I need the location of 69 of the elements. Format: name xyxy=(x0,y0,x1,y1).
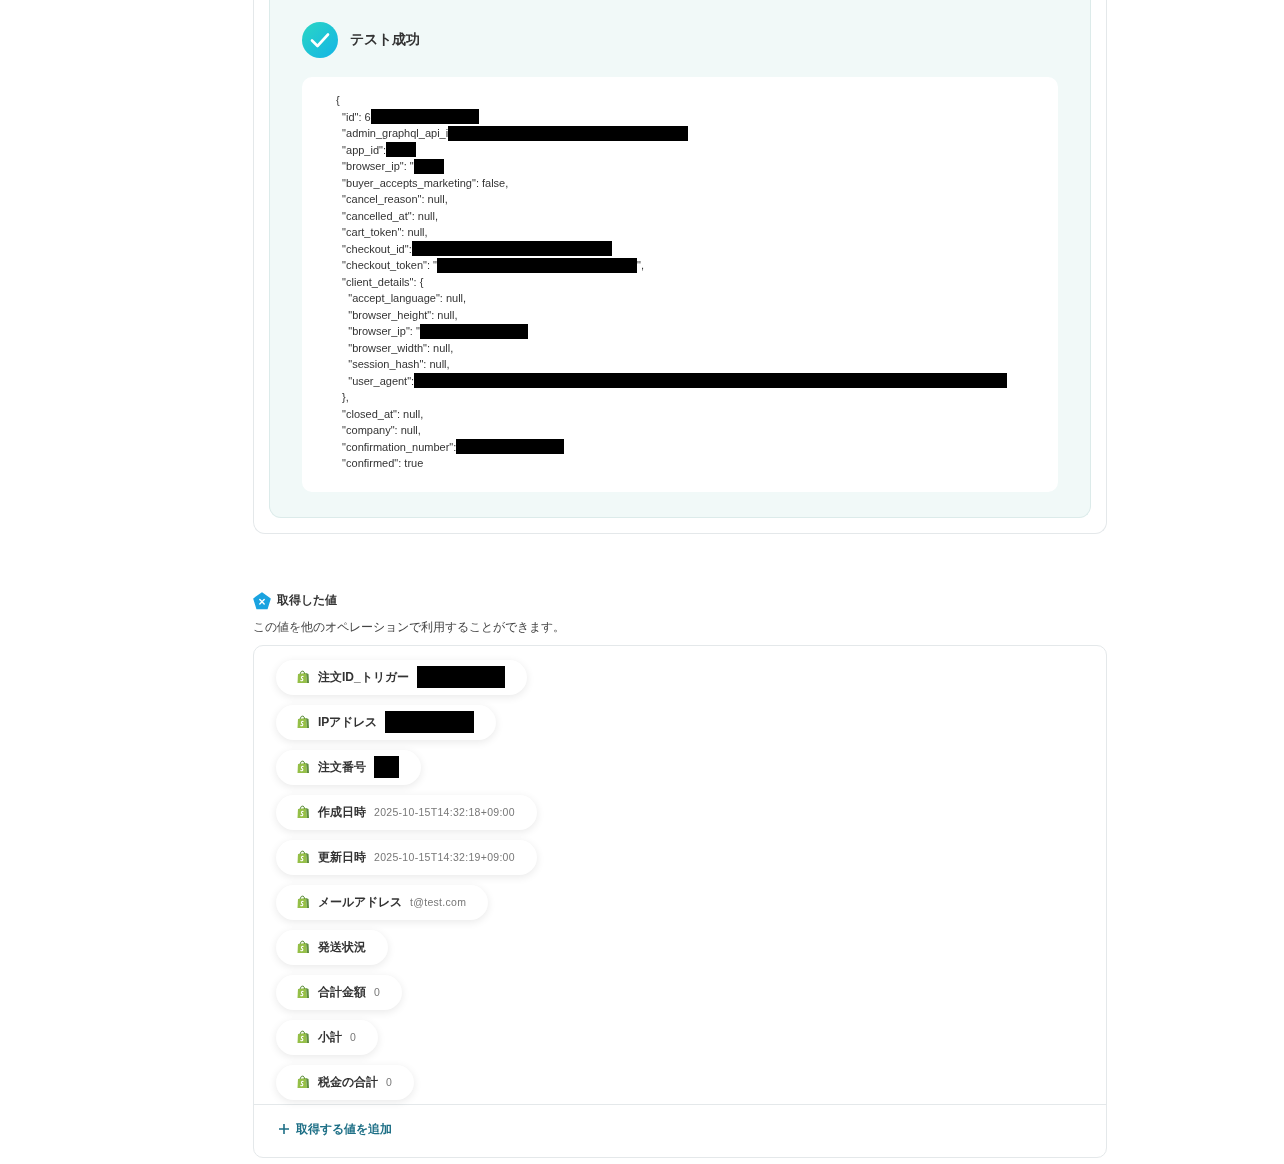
shopping-bag-icon xyxy=(296,805,310,819)
code-line: "browser_ip": " xyxy=(347,324,420,339)
shopping-bag-icon xyxy=(296,940,310,954)
value-chip[interactable]: 注文ID_トリガー xyxy=(276,659,528,695)
redaction-bar xyxy=(413,158,444,174)
code-line: "app_id": xyxy=(341,142,386,158)
code-line: }, xyxy=(341,390,349,405)
shopping-bag-icon xyxy=(296,760,310,774)
value-chip[interactable]: 合計金額 0 xyxy=(276,974,403,1010)
code-line: "buyer_accepts_marketing": false, xyxy=(341,175,509,191)
code-line: "closed_at": null, xyxy=(341,406,424,422)
value-chip[interactable]: 小計 0 xyxy=(276,1019,379,1055)
chip-value: t@test.com xyxy=(410,896,467,908)
code-line: "browser_height": null, xyxy=(347,307,458,323)
value-chip[interactable]: 更新日時 2025-10-15T14:32:19+09:00 xyxy=(276,839,537,875)
result-title: テスト成功 xyxy=(350,31,420,49)
chip-label: 税金の合計 xyxy=(318,1073,378,1091)
chip-value: 0 xyxy=(386,1076,393,1088)
chip-label: メールアドレス xyxy=(318,893,402,911)
code-line: "checkout_id": xyxy=(341,241,412,257)
code-line: "confirmed": true xyxy=(341,456,424,471)
value-chip[interactable]: 発送状況 xyxy=(276,929,388,965)
chip-label: 発送状況 xyxy=(318,938,366,956)
code-text: ", xyxy=(637,258,644,273)
code-line: "admin_graphql_api_i xyxy=(341,126,449,141)
code-line: "cancelled_at": null, xyxy=(341,208,438,224)
chip-label: 小計 xyxy=(318,1028,342,1046)
code-line: "confirmation_number": xyxy=(341,439,457,455)
code-line: "browser_ip": " xyxy=(341,159,414,174)
redaction-bar xyxy=(386,142,416,158)
shopping-bag-icon xyxy=(296,985,310,999)
code-line: "checkout_token": " xyxy=(341,258,437,273)
chip-label: 合計金額 xyxy=(318,983,366,1001)
code-line: { xyxy=(336,93,340,108)
shopping-bag-icon xyxy=(296,715,310,729)
shopping-bag-icon xyxy=(296,1075,310,1089)
chip-label: IPアドレス xyxy=(318,713,378,731)
value-chip[interactable]: 作成日時 2025-10-15T14:32:18+09:00 xyxy=(276,794,537,830)
shopping-bag-icon xyxy=(296,1030,310,1044)
code-line: "user_agent": xyxy=(347,373,415,389)
code-line: "browser_width": null, xyxy=(347,340,454,356)
chip-label: 作成日時 xyxy=(318,803,366,821)
shopping-bag-icon xyxy=(296,670,310,684)
code-line: "cart_token": null, xyxy=(341,225,428,240)
chip-value: 2025-10-15T14:32:19+09:00 xyxy=(374,851,515,863)
section-description: この値を他のオペレーションで利用することができます。 xyxy=(253,618,565,636)
code-line: "session_hash": null, xyxy=(347,357,450,372)
code-line: "accept_language": null, xyxy=(347,291,467,306)
redaction-bar xyxy=(374,756,399,778)
section-title: 取得した値 xyxy=(277,592,337,609)
chip-label: 更新日時 xyxy=(318,848,366,866)
chip-label: 注文ID_トリガー xyxy=(318,668,409,686)
value-chip[interactable]: 税金の合計 0 xyxy=(276,1064,415,1100)
chip-value: 0 xyxy=(350,1031,357,1043)
code-line: "id": 6 xyxy=(341,109,371,125)
shopping-bag-icon xyxy=(296,895,310,909)
chip-value: 2025-10-15T14:32:18+09:00 xyxy=(374,806,515,818)
code-line: "client_details": { xyxy=(341,274,424,290)
value-chip[interactable]: IPアドレス xyxy=(276,704,496,740)
add-value-button[interactable]: 取得する値を追加 xyxy=(278,1120,392,1138)
chip-value: 0 xyxy=(374,986,381,998)
shopping-bag-icon xyxy=(296,850,310,864)
value-chip[interactable]: 注文番号 xyxy=(276,749,421,785)
value-chip[interactable]: メールアドレス t@test.com xyxy=(276,884,489,920)
pentagon-x-icon xyxy=(253,591,271,610)
code-line: "company": null, xyxy=(341,423,421,438)
chip-label: 注文番号 xyxy=(318,758,366,776)
code-line: "cancel_reason": null, xyxy=(341,192,448,207)
plus-icon xyxy=(278,1123,290,1135)
